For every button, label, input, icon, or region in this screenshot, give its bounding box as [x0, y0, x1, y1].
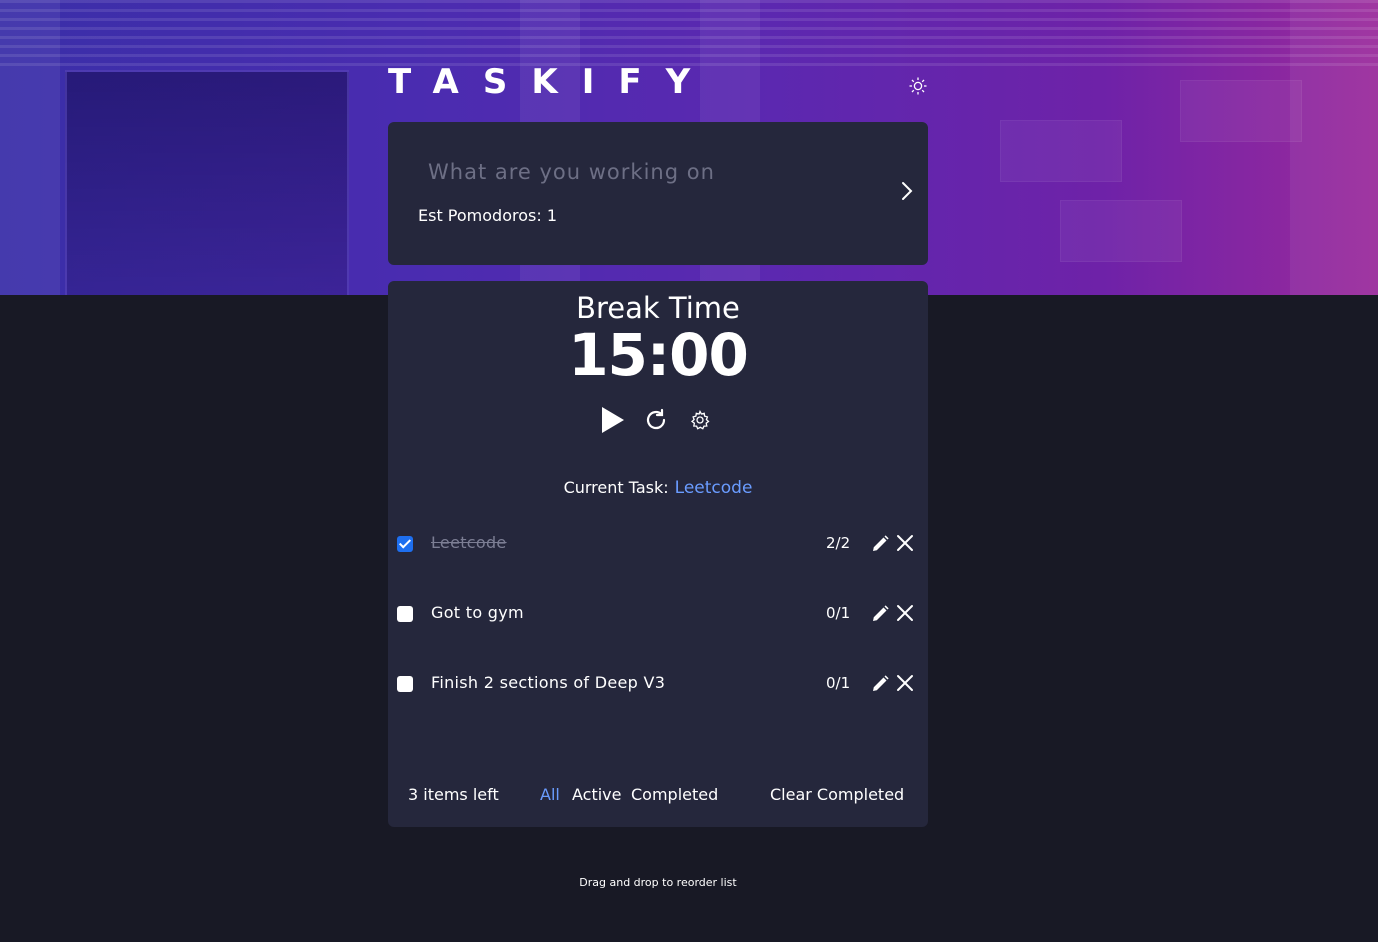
todo-text: Leetcode	[431, 533, 507, 552]
play-icon[interactable]	[598, 405, 626, 439]
items-left-count: 3 items left	[408, 785, 499, 804]
todo-checkbox[interactable]	[397, 676, 413, 692]
background-doorway	[65, 70, 349, 295]
new-task-card: Est Pomodoros: 1	[388, 122, 928, 265]
current-task-label: Current Task:	[563, 478, 669, 497]
todo-text: Finish 2 sections of Deep V3	[431, 673, 666, 692]
todo-text: Got to gym	[431, 603, 524, 622]
chevron-right-icon[interactable]	[896, 180, 918, 202]
pencil-icon[interactable]	[870, 674, 890, 694]
pencil-icon[interactable]	[870, 604, 890, 624]
timer-controls	[598, 405, 718, 437]
ceiling-lights	[0, 0, 1378, 70]
settings-icon[interactable]	[690, 409, 710, 434]
todo-pomodoro-count: 2/2	[826, 534, 851, 552]
drag-drop-hint: Drag and drop to reorder list	[579, 876, 737, 889]
todo-pomodoro-count: 0/1	[826, 674, 851, 692]
task-input[interactable]	[426, 154, 860, 190]
close-icon[interactable]	[896, 604, 914, 622]
todo-pomodoro-count: 0/1	[826, 604, 851, 622]
current-task-name: Leetcode	[674, 478, 753, 498]
timer-mode: Break Time	[576, 291, 740, 325]
background-pillar	[0, 0, 60, 295]
todo-item[interactable]: Leetcode 2/2	[388, 524, 928, 564]
sun-icon[interactable]	[908, 76, 928, 96]
todo-item[interactable]: Got to gym 0/1	[388, 594, 928, 634]
filter-all[interactable]: All	[540, 785, 560, 804]
todo-footer: 3 items left All Active Completed Clear …	[388, 785, 928, 809]
close-icon[interactable]	[896, 534, 914, 552]
background-pillar	[1290, 0, 1378, 295]
timer-clock: 15:00	[568, 321, 749, 389]
restart-icon[interactable]	[643, 407, 669, 437]
clear-completed-button[interactable]: Clear Completed	[770, 785, 904, 804]
background-block	[1180, 80, 1302, 142]
todo-checkbox[interactable]	[397, 606, 413, 622]
todo-item[interactable]: Finish 2 sections of Deep V3 0/1	[388, 664, 928, 704]
background-block	[1000, 120, 1122, 182]
close-icon[interactable]	[896, 674, 914, 692]
current-task: Current Task: Leetcode	[388, 478, 928, 498]
filter-completed[interactable]: Completed	[631, 785, 718, 804]
est-pomodoros[interactable]: Est Pomodoros: 1	[418, 206, 557, 225]
filter-active[interactable]: Active	[572, 785, 622, 804]
background-block	[1060, 200, 1182, 262]
app-logo: TASKIFY	[388, 62, 715, 102]
timer-card: Break Time 15:00 Current Task: Leetcode L…	[388, 281, 928, 827]
todo-checkbox[interactable]	[397, 536, 413, 552]
pencil-icon[interactable]	[870, 534, 890, 554]
